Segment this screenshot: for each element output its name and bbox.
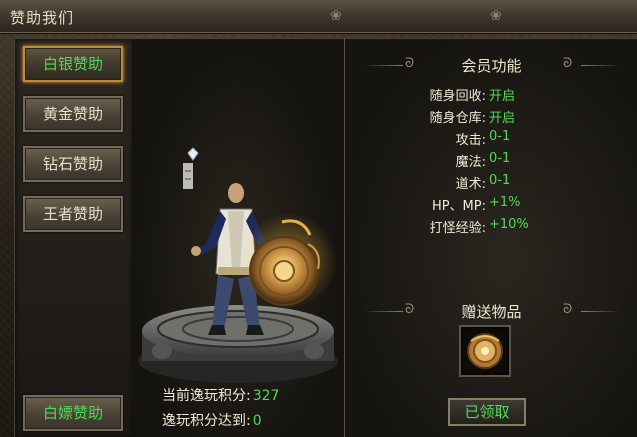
tab-gold-sponsor[interactable]: 黄金赞助 bbox=[23, 96, 123, 132]
feature-row: 打怪经验: +10% bbox=[345, 217, 637, 237]
tab-king-sponsor[interactable]: 王者赞助 bbox=[23, 196, 123, 232]
current-score-label: 当前逸玩积分: bbox=[162, 388, 251, 404]
golden-shield bbox=[241, 213, 337, 309]
ornament-icon: ᘐ bbox=[405, 302, 415, 317]
feature-value: +10% bbox=[489, 217, 529, 232]
claimed-button[interactable]: 已领取 bbox=[448, 398, 526, 426]
ornament-icon: ❀ bbox=[490, 8, 502, 24]
member-section-title: 会员功能 bbox=[461, 57, 522, 75]
divider bbox=[581, 65, 621, 66]
character-model bbox=[138, 147, 338, 383]
feature-row: 道术: 0-1 bbox=[345, 173, 637, 193]
feature-value: +1% bbox=[489, 195, 521, 210]
feature-value: 0-1 bbox=[489, 129, 511, 144]
tab-free-sponsor[interactable]: 白嫖赞助 bbox=[23, 395, 123, 431]
feature-row: 攻击: 0-1 bbox=[345, 129, 637, 149]
golden-shield-icon bbox=[467, 333, 503, 369]
feature-label: 攻击: bbox=[455, 133, 486, 148]
feature-label: 魔法: bbox=[455, 155, 486, 170]
sponsor-window: 赞助我们 ❀ ❀ 白银赞助 黄金赞助 钻石赞助 王者赞助 白嫖赞助 当前逸玩积分… bbox=[0, 0, 637, 437]
feature-label: 随身仓库: bbox=[429, 111, 486, 126]
tab-diamond-sponsor[interactable]: 钻石赞助 bbox=[23, 146, 123, 182]
feature-value: 开启 bbox=[489, 89, 516, 104]
feature-value: 0-1 bbox=[489, 151, 511, 166]
member-section-header: ᘐ 会员功能 ᘐ bbox=[345, 55, 637, 75]
feature-label: 道术: bbox=[455, 177, 486, 192]
ornament-icon: ᘐ bbox=[563, 56, 573, 71]
gift-section-header: ᘐ 赠送物品 ᘐ bbox=[345, 301, 637, 321]
ornament-icon: ᘐ bbox=[563, 302, 573, 317]
diamond-icon bbox=[183, 147, 199, 189]
character-preview: 当前逸玩积分: 327 逸玩积分达到: 0 bbox=[132, 38, 344, 437]
feature-value: 开启 bbox=[489, 111, 516, 126]
feature-label: 随身回收: bbox=[429, 89, 486, 104]
feature-label: HP、MP: bbox=[431, 199, 486, 214]
gift-section-title: 赠送物品 bbox=[461, 303, 522, 321]
title-bar: 赞助我们 ❀ ❀ bbox=[0, 0, 637, 33]
target-score: 逸玩积分达到: 0 bbox=[162, 410, 262, 430]
divider bbox=[363, 311, 403, 312]
divider bbox=[363, 65, 403, 66]
gift-item-slot[interactable] bbox=[459, 325, 511, 377]
target-score-label: 逸玩积分达到: bbox=[162, 413, 251, 429]
ornament-icon: ❀ bbox=[330, 8, 342, 24]
current-score: 当前逸玩积分: 327 bbox=[162, 385, 279, 405]
feature-value: 0-1 bbox=[489, 173, 511, 188]
tab-column: 白银赞助 黄金赞助 钻石赞助 王者赞助 白嫖赞助 bbox=[14, 38, 134, 437]
feature-row: 魔法: 0-1 bbox=[345, 151, 637, 171]
pedestal bbox=[138, 305, 338, 383]
feature-row: 随身回收: 开启 bbox=[345, 85, 637, 105]
feature-label: 打怪经验: bbox=[429, 221, 486, 236]
feature-row: HP、MP: +1% bbox=[345, 195, 637, 215]
window-title: 赞助我们 bbox=[10, 9, 75, 27]
current-score-value: 327 bbox=[252, 388, 280, 404]
ornament-icon: ᘐ bbox=[405, 56, 415, 71]
tab-silver-sponsor[interactable]: 白银赞助 bbox=[23, 46, 123, 82]
info-panel: ᘐ 会员功能 ᘐ 随身回收: 开启 随身仓库: 开启 攻击: 0-1 魔法: 0… bbox=[344, 38, 637, 437]
feature-row: 随身仓库: 开启 bbox=[345, 107, 637, 127]
target-score-value: 0 bbox=[252, 413, 262, 429]
divider bbox=[581, 311, 621, 312]
